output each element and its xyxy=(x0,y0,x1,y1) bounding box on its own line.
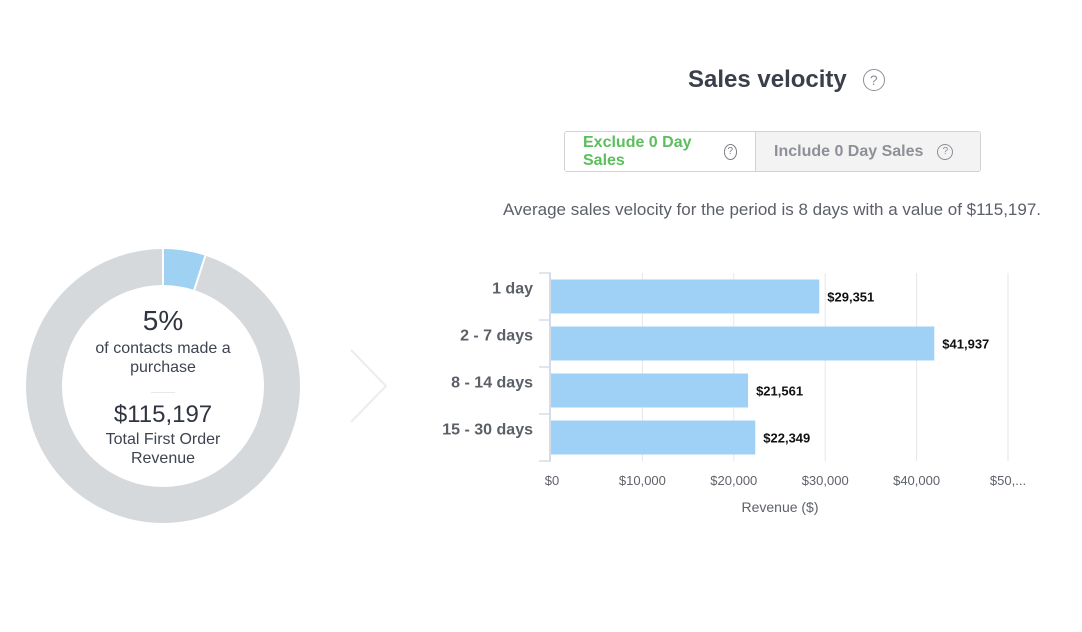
x-axis-title: Revenue ($) xyxy=(741,499,818,515)
category-label: 2 - 7 days xyxy=(460,328,533,345)
bar[interactable] xyxy=(551,279,820,314)
value-label: $22,349 xyxy=(763,431,810,446)
category-label: 1 day xyxy=(492,281,533,298)
sales-velocity-bar-chart: $0 $10,000 $20,000 $30,000 $40,000 $50,... 1 d… xyxy=(442,272,1026,515)
bar[interactable] xyxy=(551,326,935,361)
x-tick-label: $30,000 xyxy=(802,473,849,488)
bar[interactable] xyxy=(551,420,756,455)
value-label: $21,561 xyxy=(756,384,803,399)
x-tick-label: $10,000 xyxy=(619,473,666,488)
y-axis xyxy=(539,272,551,462)
category-label: 8 - 14 days xyxy=(451,375,533,392)
x-tick-label: $0 xyxy=(545,473,559,488)
x-tick-label: $40,000 xyxy=(893,473,940,488)
x-tick-label: $50,... xyxy=(990,473,1026,488)
x-tick-label: $20,000 xyxy=(710,473,757,488)
category-label: 15 - 30 days xyxy=(442,422,533,439)
value-label: $29,351 xyxy=(827,290,874,305)
value-label: $41,937 xyxy=(942,337,989,352)
bars xyxy=(551,279,935,455)
bar[interactable] xyxy=(551,373,749,408)
